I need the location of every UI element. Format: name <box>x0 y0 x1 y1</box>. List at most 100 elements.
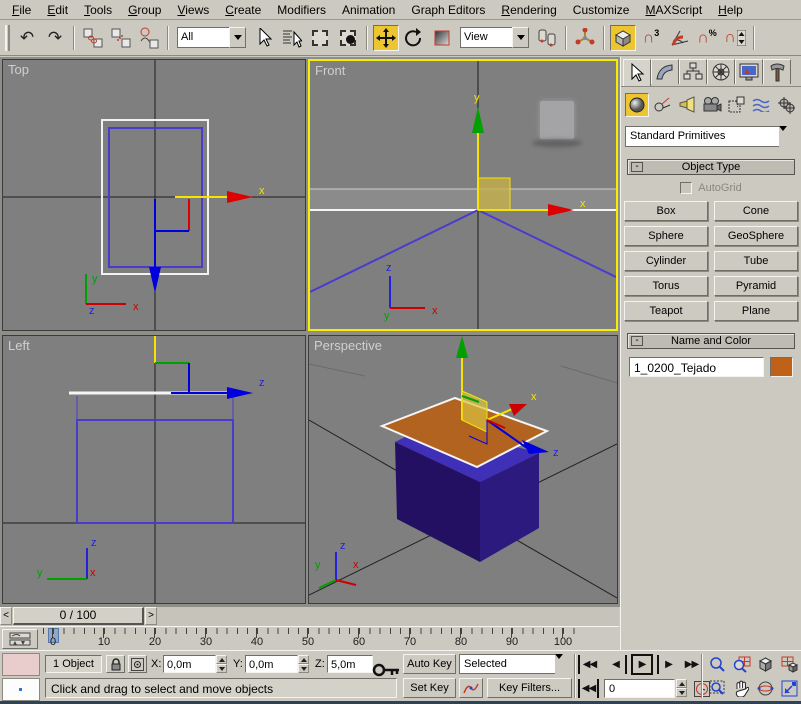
default-in-out-tangent-icon[interactable] <box>459 678 483 698</box>
menu-create[interactable]: Create <box>217 1 269 19</box>
maxscript-mini-listener[interactable] <box>2 678 40 701</box>
zoom-all-icon[interactable] <box>731 655 752 674</box>
dropdown-arrow-icon[interactable] <box>512 27 529 48</box>
menu-help[interactable]: Help <box>710 1 751 19</box>
viewport-front-label[interactable]: Front <box>315 63 345 78</box>
mini-curve-editor-button[interactable] <box>2 629 38 649</box>
select-and-scale-icon[interactable] <box>429 25 455 51</box>
tab-motion[interactable] <box>707 59 735 84</box>
rectangular-selection-region-icon[interactable] <box>307 25 333 51</box>
goto-end-icon[interactable]: ▶▶ <box>682 655 703 674</box>
menu-maxscript[interactable]: MAXScript <box>637 1 710 19</box>
tab-display[interactable] <box>735 59 763 84</box>
menu-views[interactable]: Views <box>169 1 217 19</box>
menu-modifiers[interactable]: Modifiers <box>269 1 334 19</box>
x-coord-input[interactable]: 0,0m <box>163 655 216 673</box>
rollout-collapse-icon[interactable]: - <box>631 336 643 346</box>
cylinder-button[interactable]: Cylinder <box>624 251 708 271</box>
window-crossing-toggle-icon[interactable] <box>335 25 361 51</box>
goto-start-icon[interactable]: ◀◀ <box>578 655 599 674</box>
sphere-button[interactable]: Sphere <box>624 226 708 246</box>
unlink-selection-icon[interactable] <box>108 25 134 51</box>
menu-graph-editors[interactable]: Graph Editors <box>403 1 493 19</box>
angle-snap-icon[interactable] <box>666 25 692 51</box>
viewport-top-label[interactable]: Top <box>8 62 29 77</box>
percent-snap-toggle-icon[interactable]: ∩% <box>694 25 720 51</box>
auto-key-button[interactable]: Auto Key <box>403 654 456 674</box>
absolute-offset-toggle-icon[interactable] <box>128 655 147 673</box>
zoom-icon[interactable] <box>707 655 728 674</box>
tab-utilities[interactable] <box>763 59 791 84</box>
select-and-move-icon[interactable] <box>373 25 399 51</box>
viewport-left[interactable]: Left z z y x <box>2 335 306 604</box>
selection-filter-dropdown[interactable]: All <box>177 27 246 48</box>
min-max-toggle-icon[interactable] <box>779 679 800 698</box>
viewport-perspective[interactable]: Perspective x z <box>308 335 618 604</box>
select-object-icon[interactable] <box>251 25 277 51</box>
category-space-warps-icon[interactable] <box>749 93 773 117</box>
select-by-name-icon[interactable] <box>279 25 305 51</box>
tab-create[interactable] <box>623 59 651 86</box>
menu-animation[interactable]: Animation <box>334 1 403 19</box>
snaps-toggle-icon[interactable] <box>610 25 636 51</box>
angle-snap-toggle-icon[interactable]: ∩3 <box>638 25 664 51</box>
previous-frame-icon[interactable]: ◀ <box>606 655 627 674</box>
menu-edit[interactable]: Edit <box>39 1 76 19</box>
select-and-manipulate-icon[interactable] <box>572 25 598 51</box>
y-coord-spinner[interactable] <box>298 655 309 673</box>
primitives-category-dropdown[interactable]: Standard Primitives <box>625 126 797 147</box>
object-color-swatch[interactable] <box>770 357 793 377</box>
zoom-region-icon[interactable] <box>707 679 728 698</box>
plane-button[interactable]: Plane <box>714 301 798 321</box>
teapot-button[interactable]: Teapot <box>624 301 708 321</box>
key-filters-button[interactable]: Key Filters... <box>487 678 572 698</box>
current-frame-input[interactable]: 0 <box>604 679 675 698</box>
time-slider-handle[interactable]: 0 / 100 <box>13 607 144 625</box>
play-animation-icon[interactable]: ▶ <box>631 654 653 675</box>
category-cameras-icon[interactable] <box>700 93 724 117</box>
set-key-button[interactable]: Set Key <box>403 678 456 698</box>
rollout-collapse-icon[interactable]: - <box>631 162 643 172</box>
zoom-extents-all-icon[interactable] <box>779 655 800 674</box>
menu-tools[interactable]: Tools <box>76 1 120 19</box>
category-systems-icon[interactable] <box>774 93 798 117</box>
select-and-rotate-icon[interactable] <box>401 25 427 51</box>
arc-rotate-icon[interactable] <box>755 679 776 698</box>
dropdown-arrow-icon[interactable] <box>555 654 572 674</box>
select-and-link-icon[interactable] <box>80 25 106 51</box>
key-mode-dropdown[interactable]: Selected <box>459 654 572 674</box>
maxscript-mini-listener-macro[interactable] <box>2 653 40 676</box>
rollout-name-and-color[interactable]: - Name and Color <box>627 333 795 349</box>
redo-icon[interactable]: ↷ <box>42 25 68 51</box>
category-lights-icon[interactable] <box>675 93 699 117</box>
category-shapes-icon[interactable] <box>650 93 674 117</box>
viewport-top[interactable]: Top x y z x <box>2 59 306 331</box>
pan-view-icon[interactable] <box>731 679 752 698</box>
viewport-left-label[interactable]: Left <box>8 338 30 353</box>
object-name-input[interactable]: 1_0200_Tejado <box>629 357 764 377</box>
cone-button[interactable]: Cone <box>714 201 798 221</box>
geosphere-button[interactable]: GeoSphere <box>714 226 798 246</box>
time-slider-next-arrow[interactable]: > <box>145 607 157 625</box>
dropdown-arrow-icon[interactable] <box>229 27 246 48</box>
dropdown-arrow-icon[interactable] <box>779 126 797 147</box>
undo-icon[interactable]: ↶ <box>14 25 40 51</box>
y-coord-input[interactable]: 0,0m <box>245 655 298 673</box>
spinner-snap-toggle-icon[interactable]: ∩ <box>722 25 748 51</box>
menu-group[interactable]: Group <box>120 1 169 19</box>
box-button[interactable]: Box <box>624 201 708 221</box>
track-bar[interactable]: 0 10 20 30 40 50 60 70 80 90 100 <box>0 628 619 650</box>
autogrid-checkbox[interactable] <box>680 182 692 194</box>
next-frame-icon[interactable]: ▶ <box>657 655 678 674</box>
selection-lock-icon[interactable] <box>106 655 125 673</box>
category-helpers-icon[interactable]: ? <box>724 93 748 117</box>
tab-modify[interactable] <box>651 59 679 84</box>
x-coord-spinner[interactable] <box>216 655 227 673</box>
key-mode-toggle-icon[interactable]: ◀◀ <box>578 679 599 698</box>
menu-rendering[interactable]: Rendering <box>493 1 564 19</box>
frame-spinner[interactable] <box>676 679 687 697</box>
reference-coordsys-dropdown[interactable]: View <box>460 27 529 48</box>
use-pivot-point-center-icon[interactable] <box>534 25 560 51</box>
viewport-perspective-label[interactable]: Perspective <box>314 338 382 353</box>
bind-to-space-warp-icon[interactable] <box>136 25 162 51</box>
